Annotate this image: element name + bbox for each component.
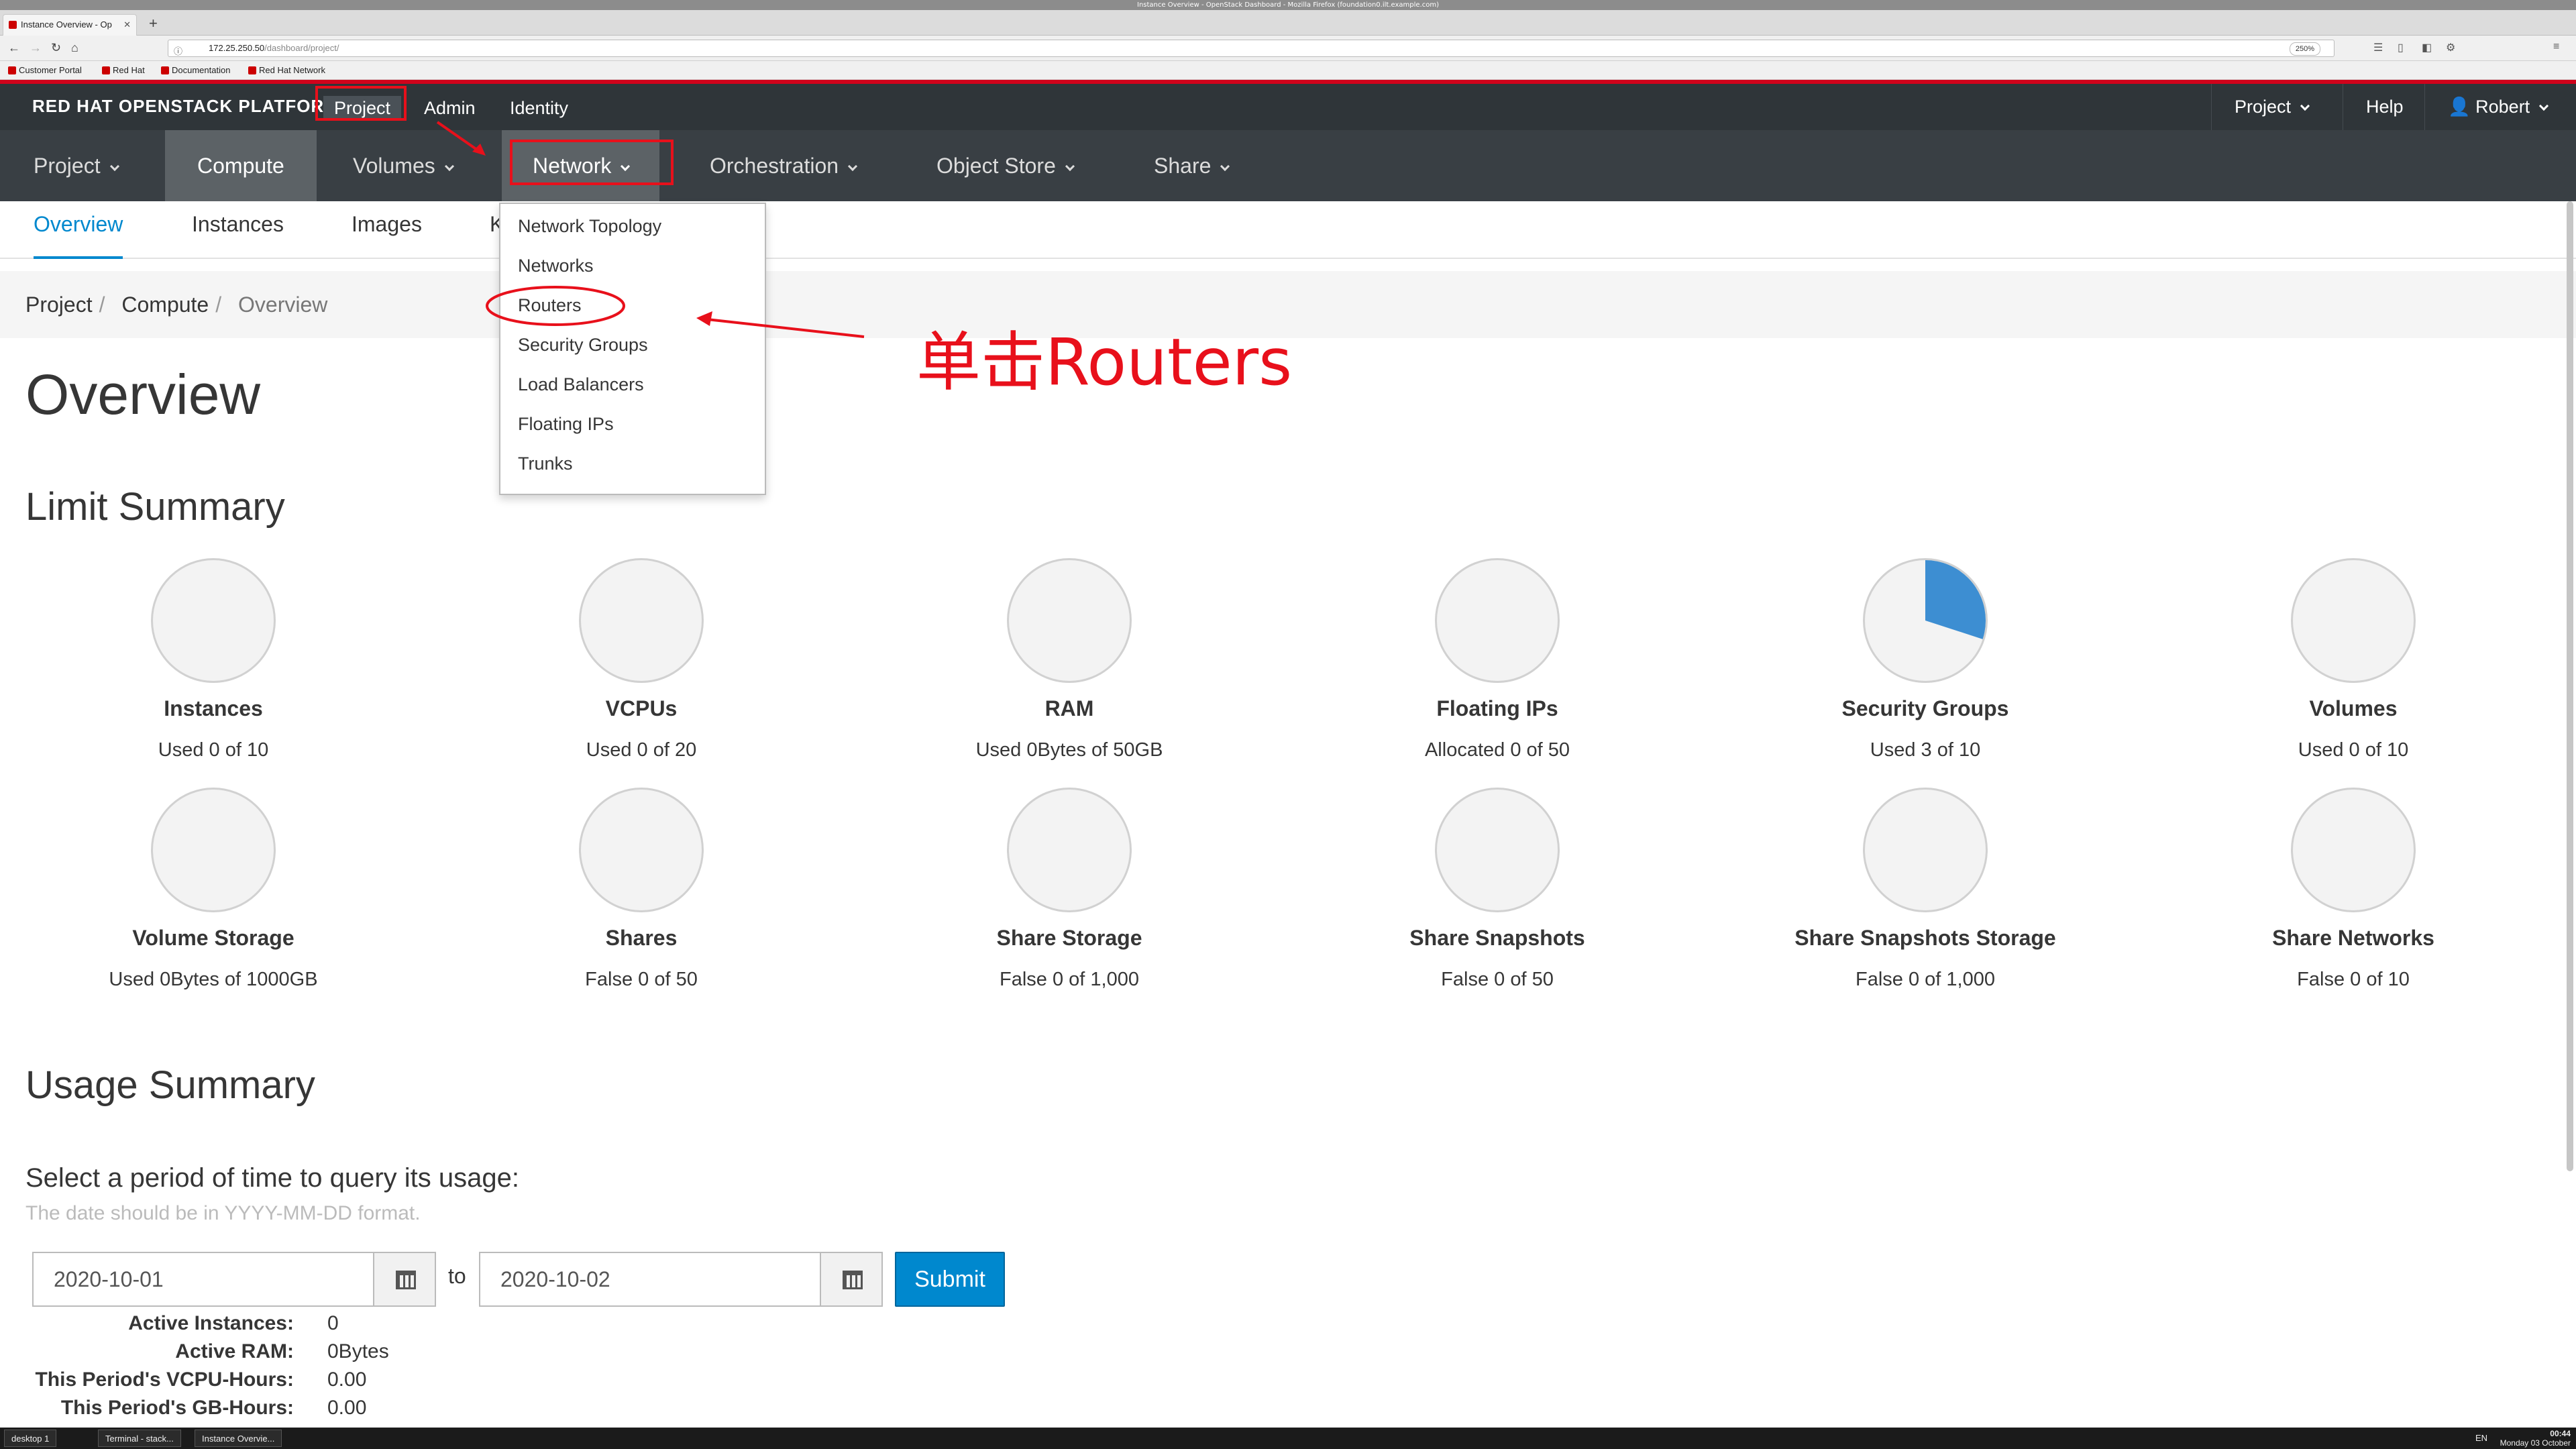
os-taskbar: desktop 1 Terminal - stack... Instance O… xyxy=(0,1428,2576,1449)
annotation-overlay xyxy=(436,121,865,338)
annotation-arrow-line xyxy=(436,121,483,154)
taskbar-item-browser[interactable]: Instance Overvie... xyxy=(195,1430,282,1447)
clock-date: Monday 03 October xyxy=(2500,1438,2571,1448)
taskbar-item-desktop[interactable]: desktop 1 xyxy=(4,1430,57,1447)
clock: 00:44 Monday 03 October xyxy=(2500,1428,2571,1448)
annotation-arrowhead xyxy=(472,144,486,156)
taskbar-item-terminal[interactable]: Terminal - stack... xyxy=(98,1430,181,1447)
annotation-arrow-line xyxy=(706,318,865,338)
clock-time: 00:44 xyxy=(2550,1429,2571,1438)
keyboard-layout[interactable]: EN xyxy=(2469,1430,2494,1447)
page-scrollbar[interactable] xyxy=(2567,201,2573,1171)
annotation-text: 单击Routers xyxy=(916,325,1293,400)
annotation-circle-routers xyxy=(486,286,625,326)
annotation-arrowhead xyxy=(696,311,712,326)
